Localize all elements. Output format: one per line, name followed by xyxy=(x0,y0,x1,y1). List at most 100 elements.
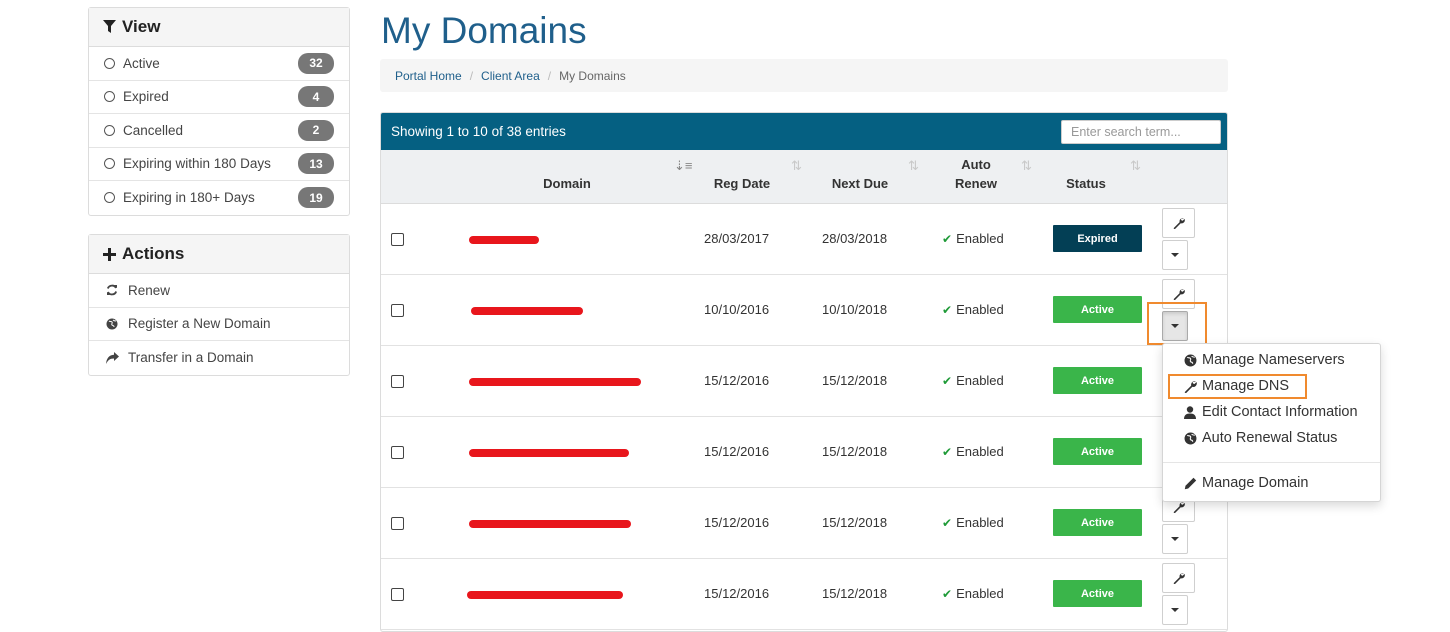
auto-renew-label: Enabled xyxy=(956,586,1004,601)
table-header: Domain ⇣≡ Reg Date ⇅ Next Due ⇅ Auto Ren… xyxy=(381,150,1227,204)
reg-date: 15/12/2016 xyxy=(704,515,770,530)
column-domain[interactable]: Domain xyxy=(471,174,663,193)
status-badge: Active xyxy=(1053,367,1142,394)
menu-item-manage-domain[interactable]: Manage Domain xyxy=(1183,475,1308,491)
view-filter-expiring-180[interactable]: Expiring within 180 Days 13 xyxy=(89,148,349,181)
action-renew[interactable]: Renew xyxy=(89,274,349,308)
table-row[interactable]: 15/12/2016 15/12/2018 ✔ Enabled Active xyxy=(381,346,1227,417)
check-icon: ✔ xyxy=(942,445,953,459)
count-badge: 32 xyxy=(298,52,334,74)
view-filter-expiring-180-plus[interactable]: Expiring in 180+ Days 19 xyxy=(89,181,349,215)
sort-icon[interactable]: ⇅ xyxy=(908,158,919,174)
row-checkbox[interactable] xyxy=(391,588,404,601)
auto-renew-label: Enabled xyxy=(956,373,1004,388)
sort-desc-icon[interactable]: ⇣≡ xyxy=(674,158,692,174)
plus-icon xyxy=(103,247,116,261)
view-filter-cancelled[interactable]: Cancelled 2 xyxy=(89,114,349,148)
table-row[interactable]: 28/03/2017 28/03/2018 ✔ Enabled Expired xyxy=(381,204,1227,275)
redacted-domain-name xyxy=(471,307,583,315)
row-checkbox[interactable] xyxy=(391,233,404,246)
view-filter-expired[interactable]: Expired 4 xyxy=(89,81,349,114)
redacted-domain-name xyxy=(469,378,641,386)
breadcrumb-client-area[interactable]: Client Area xyxy=(481,69,540,83)
column-auto-renew[interactable]: Auto Renew xyxy=(929,155,1023,193)
breadcrumb: Portal Home / Client Area / My Domains xyxy=(380,59,1228,92)
next-due: 15/12/2018 xyxy=(822,515,888,530)
radio-icon[interactable] xyxy=(104,57,115,69)
domain-actions-dropdown: Manage Nameservers Manage DNS Edit Conta… xyxy=(1162,343,1381,502)
view-panel-title: View xyxy=(122,17,161,36)
next-due: 15/12/2018 xyxy=(822,444,888,459)
status-badge: Expired xyxy=(1053,225,1142,252)
view-filter-active[interactable]: Active 32 xyxy=(89,47,349,81)
breadcrumb-portal-home[interactable]: Portal Home xyxy=(395,69,462,83)
reg-date: 15/12/2016 xyxy=(704,444,770,459)
auto-renew: ✔ Enabled xyxy=(942,586,1004,601)
column-next-due[interactable]: Next Due xyxy=(811,174,909,193)
sort-icon[interactable]: ⇅ xyxy=(791,158,802,174)
menu-item-label: Auto Renewal Status xyxy=(1202,430,1338,446)
count-badge: 13 xyxy=(298,153,334,175)
reg-date: 28/03/2017 xyxy=(704,231,770,246)
reg-date: 15/12/2016 xyxy=(704,373,770,388)
auto-renew-label: Enabled xyxy=(956,302,1004,317)
status-badge: Active xyxy=(1053,580,1142,607)
globe-icon xyxy=(104,318,120,330)
sort-icon[interactable]: ⇅ xyxy=(1021,158,1032,174)
status-badge: Active xyxy=(1053,438,1142,465)
action-label: Register a New Domain xyxy=(128,316,271,332)
row-checkbox[interactable] xyxy=(391,304,404,317)
wrench-icon xyxy=(1173,289,1185,300)
menu-item-edit-contact[interactable]: Edit Contact Information xyxy=(1183,404,1358,420)
menu-item-manage-nameservers[interactable]: Manage Nameservers xyxy=(1183,352,1345,368)
breadcrumb-current: My Domains xyxy=(559,68,626,83)
row-actions-dropdown-toggle[interactable] xyxy=(1162,595,1188,625)
search-input[interactable] xyxy=(1061,119,1221,144)
auto-renew: ✔ Enabled xyxy=(942,444,1004,459)
menu-item-auto-renewal[interactable]: Auto Renewal Status xyxy=(1183,430,1337,446)
menu-item-label: Edit Contact Information xyxy=(1202,404,1358,420)
check-icon: ✔ xyxy=(942,516,953,530)
row-actions-dropdown-toggle[interactable] xyxy=(1162,240,1188,270)
wrench-icon xyxy=(1173,502,1185,513)
check-icon: ✔ xyxy=(942,303,953,317)
next-due: 10/10/2018 xyxy=(822,302,888,317)
table-row[interactable]: 15/12/2016 15/12/2018 ✔ Enabled Active xyxy=(381,417,1227,488)
row-checkbox[interactable] xyxy=(391,446,404,459)
row-actions-dropdown-toggle[interactable] xyxy=(1162,524,1188,554)
table-row[interactable]: 15/12/2016 15/12/2018 ✔ Enabled Active xyxy=(381,559,1227,630)
menu-divider xyxy=(1163,462,1380,463)
globe-icon xyxy=(1183,432,1197,445)
view-filter-label: Expiring within 180 Days xyxy=(123,156,271,172)
radio-icon[interactable] xyxy=(104,158,115,170)
radio-icon[interactable] xyxy=(104,124,115,136)
auto-renew-label: Enabled xyxy=(956,231,1004,246)
manage-domain-button[interactable] xyxy=(1162,208,1195,238)
entries-info: Showing 1 to 10 of 38 entries xyxy=(391,124,566,139)
auto-renew-label: Enabled xyxy=(956,444,1004,459)
row-checkbox[interactable] xyxy=(391,517,404,530)
highlight-dropdown-toggle xyxy=(1147,302,1207,345)
manage-domain-button[interactable] xyxy=(1162,563,1195,593)
chevron-down-icon xyxy=(1171,608,1179,612)
column-status[interactable]: Status xyxy=(1041,174,1131,193)
action-register-domain[interactable]: Register a New Domain xyxy=(89,308,349,341)
auto-renew: ✔ Enabled xyxy=(942,302,1004,317)
wrench-icon xyxy=(1173,573,1185,584)
actions-panel-title: Actions xyxy=(122,244,185,263)
action-transfer-domain[interactable]: Transfer in a Domain xyxy=(89,341,349,375)
table-row[interactable]: 10/10/2016 10/10/2018 ✔ Enabled Active xyxy=(381,275,1227,346)
action-label: Transfer in a Domain xyxy=(128,350,254,366)
check-icon: ✔ xyxy=(942,587,953,601)
row-checkbox[interactable] xyxy=(391,375,404,388)
sort-icon[interactable]: ⇅ xyxy=(1130,158,1141,174)
column-auto-renew-line1: Auto xyxy=(961,157,991,172)
radio-icon[interactable] xyxy=(104,91,115,103)
domains-table: Showing 1 to 10 of 38 entries Domain ⇣≡ … xyxy=(380,112,1228,632)
radio-icon[interactable] xyxy=(104,192,115,204)
table-toolbar: Showing 1 to 10 of 38 entries xyxy=(381,113,1227,150)
table-row[interactable]: 15/12/2016 15/12/2018 ✔ Enabled Active xyxy=(381,488,1227,559)
check-icon: ✔ xyxy=(942,374,953,388)
globe-icon xyxy=(1183,354,1197,367)
column-reg-date[interactable]: Reg Date xyxy=(693,174,791,193)
